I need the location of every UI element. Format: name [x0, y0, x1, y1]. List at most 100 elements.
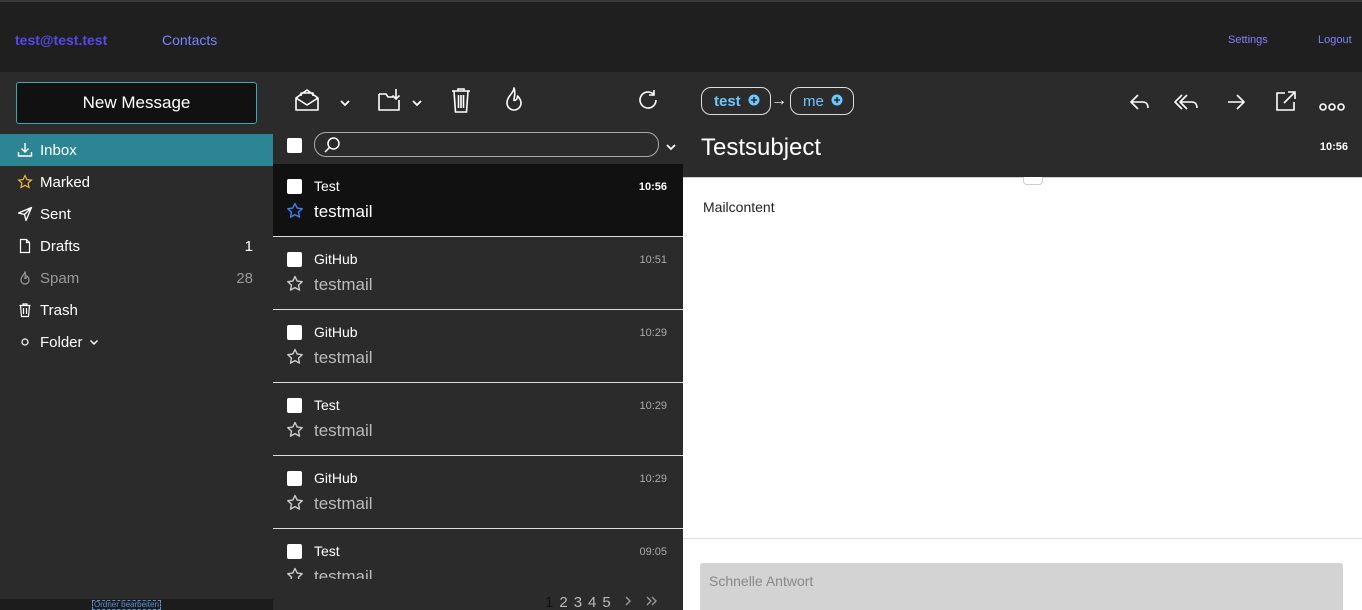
message-time: 10:29 — [639, 327, 667, 339]
message-checkbox[interactable] — [287, 252, 302, 267]
delete-button[interactable] — [449, 86, 473, 119]
page-link-current[interactable]: 1 — [545, 594, 553, 610]
message-sender: GitHub — [314, 324, 358, 340]
sidebar-item-spam[interactable]: Spam 28 — [0, 262, 273, 294]
sidebar-item-trash[interactable]: Trash — [0, 294, 273, 326]
settings-link[interactable]: Settings — [1228, 34, 1268, 46]
move-button[interactable] — [376, 86, 404, 119]
message-subject: testmail — [314, 348, 373, 367]
sidebar-item-sent[interactable]: Sent — [0, 198, 273, 230]
sidebar-item-label: Marked — [40, 173, 91, 191]
message-body: Mailcontent — [683, 177, 1362, 538]
message-checkbox[interactable] — [287, 471, 302, 486]
message-row[interactable]: GitHub 10:29 testmail — [273, 456, 683, 529]
message-row[interactable]: GitHub 10:51 testmail — [273, 237, 683, 310]
top-bar: test@test.test Contacts Settings Logout — [0, 0, 1362, 72]
message-time: 10:29 — [639, 400, 667, 412]
message-checkbox[interactable] — [287, 325, 302, 340]
search-options-button[interactable] — [665, 139, 677, 157]
message-row[interactable]: Test 10:56 testmail — [273, 164, 683, 237]
sidebar-item-marked[interactable]: Marked — [0, 166, 273, 198]
message-content: Mailcontent — [703, 199, 775, 215]
page-link[interactable]: 5 — [602, 594, 610, 610]
chevron-down-icon — [665, 139, 677, 156]
open-external-button[interactable] — [1274, 89, 1298, 118]
star-icon[interactable] — [286, 348, 304, 371]
reply-icon — [1128, 94, 1152, 118]
chevron-down-icon — [339, 95, 351, 113]
message-header: test → me Testsubject 10:56 — [683, 72, 1362, 177]
refresh-icon — [636, 88, 660, 117]
sidebar-item-inbox[interactable]: Inbox — [0, 134, 273, 166]
message-subject: testmail — [314, 421, 373, 440]
forward-button[interactable] — [1225, 90, 1247, 119]
chevron-down-icon — [89, 334, 99, 351]
message-subject: testmail — [314, 567, 373, 579]
message-subject-title: Testsubject — [701, 134, 822, 161]
message-checkbox[interactable] — [287, 179, 302, 194]
star-icon[interactable] — [286, 275, 304, 298]
edit-folders-link[interactable]: Ordner bearbeiten — [92, 600, 161, 610]
sidebar-item-drafts[interactable]: Drafts 1 — [0, 230, 273, 262]
star-icon[interactable] — [286, 202, 304, 225]
page-link[interactable]: 3 — [574, 594, 582, 610]
recipient-arrow: → — [771, 92, 787, 109]
message-row[interactable]: Test 09:05 testmail — [273, 529, 683, 579]
sidebar-item-count: 28 — [236, 269, 253, 287]
quick-reply-box — [700, 563, 1343, 610]
sidebar-item-label: Inbox — [40, 141, 77, 159]
header-toggle[interactable] — [1023, 177, 1043, 185]
spam-button[interactable] — [502, 86, 526, 119]
message-sender: Test — [314, 543, 340, 559]
recipient-chip[interactable]: me — [790, 87, 854, 115]
search-input[interactable] — [345, 136, 645, 154]
page-link[interactable]: 4 — [588, 594, 596, 610]
next-page-icon[interactable] — [623, 594, 633, 610]
refresh-button[interactable] — [636, 88, 660, 117]
add-contact-icon[interactable] — [831, 93, 843, 110]
message-checkbox[interactable] — [287, 398, 302, 413]
message-row[interactable]: GitHub 10:29 testmail — [273, 310, 683, 383]
new-message-button[interactable]: New Message — [16, 82, 257, 124]
page-link[interactable]: 2 — [559, 594, 567, 610]
quick-reply-input[interactable] — [709, 571, 1309, 591]
account-link[interactable]: test@test.test — [15, 32, 107, 48]
message-list-panel: Test 10:56 testmail GitHub 10:51 testmai… — [273, 72, 683, 610]
sidebar-item-folder[interactable]: Folder — [0, 326, 273, 358]
search-box — [314, 132, 659, 157]
reply-all-icon — [1173, 94, 1201, 118]
message-row[interactable]: Test 10:29 testmail — [273, 383, 683, 456]
quick-reply-area — [683, 538, 1362, 610]
pagination: 1 2 3 4 5 — [545, 594, 659, 610]
mark-read-dropdown[interactable] — [339, 95, 351, 113]
contacts-link[interactable]: Contacts — [162, 32, 217, 48]
reply-all-button[interactable] — [1173, 90, 1201, 119]
reply-button[interactable] — [1128, 90, 1152, 119]
sidebar-item-label: Drafts — [40, 237, 81, 255]
flame-icon — [0, 270, 40, 286]
more-options-button[interactable] — [1319, 100, 1345, 119]
trash-icon — [0, 302, 40, 318]
select-all-checkbox[interactable] — [287, 138, 302, 153]
envelope-open-icon — [293, 86, 321, 119]
message-time: 10:56 — [638, 181, 667, 193]
forward-icon — [1225, 94, 1247, 118]
message-subject: testmail — [314, 202, 373, 221]
inbox-download-icon — [0, 142, 40, 158]
sender-chip[interactable]: test — [701, 87, 771, 115]
more-icon — [1319, 101, 1345, 118]
mark-read-button[interactable] — [293, 86, 321, 119]
star-icon[interactable] — [286, 494, 304, 517]
last-page-icon[interactable] — [645, 594, 659, 610]
message-time: 10:29 — [639, 473, 667, 485]
move-dropdown[interactable] — [411, 95, 423, 113]
message-checkbox[interactable] — [287, 544, 302, 559]
message-time: 09:05 — [639, 546, 667, 558]
add-contact-icon[interactable] — [748, 93, 760, 110]
star-icon[interactable] — [286, 567, 304, 579]
logout-link[interactable]: Logout — [1318, 34, 1352, 46]
message-time: 10:56 — [1319, 141, 1348, 153]
star-icon[interactable] — [286, 421, 304, 444]
message-sender: Test — [314, 397, 340, 413]
message-time: 10:51 — [639, 254, 667, 266]
